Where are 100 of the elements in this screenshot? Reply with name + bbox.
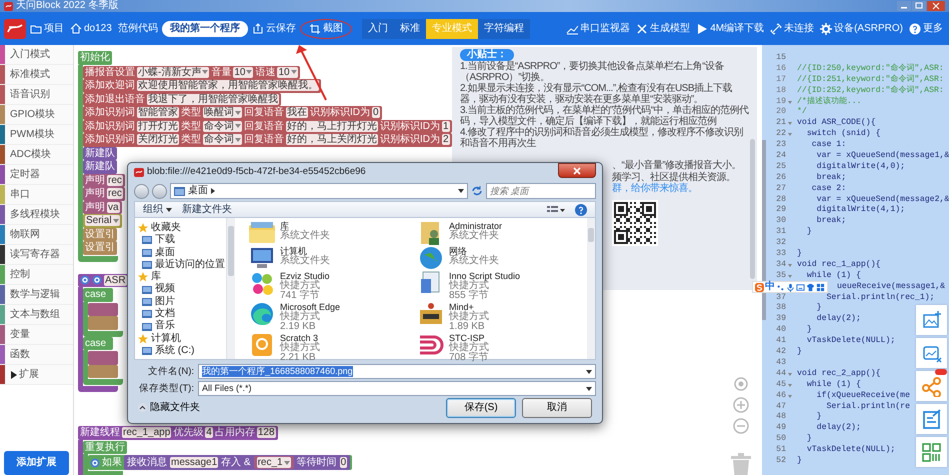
nav-item[interactable]: 桌面 bbox=[135, 246, 226, 259]
punctuation-icon[interactable] bbox=[776, 282, 785, 292]
toolbar-button[interactable]: 云保存 bbox=[250, 20, 298, 36]
address-field[interactable]: 桌面 bbox=[170, 183, 468, 199]
grid-icon[interactable] bbox=[816, 282, 825, 292]
block-field[interactable]: 1 bbox=[442, 120, 450, 132]
side-tool-button[interactable] bbox=[916, 371, 947, 401]
scrollbar[interactable] bbox=[227, 218, 235, 359]
block[interactable]: ASR case case bbox=[78, 274, 129, 392]
block-dropdown[interactable]: 命令词 bbox=[203, 120, 242, 132]
file-item[interactable]: Scratch 3 快捷方式 2.21 KB bbox=[280, 333, 320, 363]
file-item[interactable]: Administrator 系统文件夹 bbox=[449, 221, 502, 241]
nav-item[interactable]: 最近访问的位置 bbox=[135, 258, 226, 272]
toolbar-button[interactable]: 串口监视器 bbox=[564, 20, 632, 36]
block[interactable]: 如果 接收消息 message1 存入 & rec_1 等待时间 0 bbox=[88, 455, 352, 470]
block-field[interactable]: 智能管家 bbox=[137, 107, 179, 118]
block-field[interactable]: ASR bbox=[104, 274, 127, 286]
block-dropdown[interactable]: rec_1 bbox=[256, 457, 291, 468]
microphone-icon[interactable] bbox=[786, 282, 795, 292]
s-logo-icon[interactable] bbox=[755, 282, 764, 292]
block[interactable]: 声明 rec bbox=[83, 174, 125, 187]
gear-icon[interactable] bbox=[80, 275, 90, 286]
file-item[interactable]: Mind+ 快捷方式 1.89 KB bbox=[449, 302, 489, 332]
side-tool-button[interactable] bbox=[916, 305, 947, 335]
fold-icon[interactable] bbox=[788, 384, 792, 387]
block-field[interactable]: message1 bbox=[170, 457, 218, 468]
block[interactable] bbox=[88, 302, 118, 316]
fold-icon[interactable] bbox=[788, 372, 792, 376]
block-dropdown[interactable]: 小蝶-清新女声 bbox=[137, 66, 210, 78]
block[interactable]: rec_1 bbox=[254, 456, 294, 469]
block[interactable]: 添加识别词 打开灯光 类型 命令词 回复语音 好的，马上打开灯光 识别标识ID为 1 bbox=[83, 120, 452, 133]
nav-item[interactable]: 图片 bbox=[135, 296, 226, 308]
scrollbar[interactable] bbox=[750, 139, 755, 279]
fold-icon[interactable] bbox=[788, 394, 792, 398]
toolbar-button[interactable]: 范例代码 bbox=[116, 20, 160, 36]
block-field[interactable]: 0 bbox=[372, 107, 380, 118]
nav-item[interactable]: 音乐 bbox=[135, 320, 226, 333]
file-item[interactable]: 计算机 系统文件夹 bbox=[280, 246, 330, 266]
search-field[interactable]: 搜索 桌面 bbox=[486, 183, 596, 199]
block-field[interactable]: rec bbox=[107, 174, 123, 186]
block-field[interactable]: 打开灯光 bbox=[137, 120, 179, 132]
input-mode-label[interactable]: 中 bbox=[765, 281, 775, 293]
block-field[interactable]: 0 bbox=[340, 457, 348, 468]
block-field[interactable]: rec bbox=[107, 188, 123, 200]
block-dropdown[interactable]: 10 bbox=[233, 66, 254, 78]
fold-icon[interactable] bbox=[788, 100, 792, 104]
block[interactable]: 添加欢迎词 欢迎使用智能管家，用智能管家唤醒我。 bbox=[83, 79, 321, 92]
block-field[interactable]: 128 bbox=[256, 427, 276, 438]
toolbar-button[interactable]: 更多 bbox=[907, 20, 945, 36]
command-button[interactable]: 组织 bbox=[143, 204, 172, 216]
file-item[interactable]: Microsoft Edge 快捷方式 2.19 KB bbox=[280, 302, 340, 332]
back-button[interactable] bbox=[134, 184, 149, 198]
toolbar-button[interactable]: 未连接 bbox=[768, 20, 816, 36]
fold-icon[interactable] bbox=[788, 122, 792, 126]
add-extension-button[interactable]: 添加扩展 bbox=[4, 451, 69, 475]
close-icon[interactable] bbox=[927, 1, 945, 11]
fold-icon[interactable] bbox=[788, 274, 792, 278]
block-field[interactable]: 我在 bbox=[286, 107, 308, 118]
block-field[interactable]: 2 bbox=[442, 134, 450, 146]
block-dropdown[interactable]: 10 bbox=[277, 66, 298, 78]
zoom-in-icon[interactable] bbox=[733, 397, 749, 413]
block-field[interactable]: 欢迎使用智能管家，用智能管家唤醒我。 bbox=[137, 80, 319, 92]
dialog-button[interactable]: 保存(S) bbox=[446, 398, 516, 418]
mode-tab[interactable]: 入门 bbox=[362, 18, 394, 38]
toolbar-button[interactable]: 生成模型 bbox=[634, 20, 692, 36]
block[interactable]: 添加识别词 关闭灯光 类型 命令词 回复语音 好的，马上关闭灯光 识别标识ID为 2 bbox=[83, 133, 452, 146]
block[interactable]: 添加识别词 智能管家 类型 唤醒词 回复语音 我在 识别标识ID为 0 bbox=[83, 106, 382, 120]
file-name-field[interactable]: 我的第一个程序_1668588087460.png bbox=[198, 364, 596, 379]
fold-icon[interactable] bbox=[788, 264, 792, 267]
scrollbar[interactable] bbox=[587, 218, 595, 359]
project-name-button[interactable]: 我的第一个程序 bbox=[162, 20, 248, 36]
block-field[interactable]: va bbox=[107, 202, 120, 213]
block[interactable]: 播报音设置 小蝶-清新女声 音量 10 语速 10 bbox=[83, 66, 300, 79]
block[interactable]: 声明 rec bbox=[83, 187, 125, 200]
forward-button[interactable] bbox=[152, 184, 167, 198]
toolbar-button[interactable]: 4M编译下载 bbox=[694, 20, 766, 36]
breadcrumb[interactable]: 桌面 bbox=[188, 185, 208, 197]
mode-tab[interactable]: 字符编程 bbox=[478, 18, 530, 38]
side-tool-button[interactable] bbox=[916, 338, 947, 368]
side-tool-button[interactable] bbox=[916, 437, 947, 467]
minimize-icon[interactable] bbox=[897, 1, 911, 11]
zoom-out-icon[interactable] bbox=[733, 418, 749, 434]
fold-icon[interactable] bbox=[788, 133, 792, 136]
nav-item[interactable]: 系统 (C:) bbox=[135, 344, 226, 358]
block[interactable]: 声明 va bbox=[83, 200, 122, 214]
toolbar-button[interactable]: do123 bbox=[68, 20, 114, 36]
nav-item[interactable]: 收藏夹 bbox=[135, 222, 226, 234]
file-item[interactable]: 网络 系统文件夹 bbox=[449, 246, 499, 266]
block-field[interactable]: rec_1_app bbox=[122, 427, 172, 438]
toolbar-button[interactable]: 项目 bbox=[28, 20, 66, 36]
nav-item[interactable]: 下载 bbox=[135, 234, 226, 247]
nav-item[interactable]: 文档 bbox=[135, 308, 226, 320]
command-button[interactable]: 新建文件夹 bbox=[182, 204, 232, 216]
block[interactable]: 添加退出语音 我退下了，用智能管家唤醒我 bbox=[83, 92, 281, 106]
trash-icon[interactable] bbox=[730, 453, 752, 475]
refresh-icon[interactable] bbox=[471, 185, 483, 197]
block-field[interactable]: 好的，马上打开灯光 bbox=[286, 120, 378, 132]
toolbar-button[interactable]: 截图 bbox=[300, 18, 352, 38]
close-button[interactable] bbox=[558, 163, 596, 178]
shirt-icon[interactable] bbox=[806, 282, 815, 292]
